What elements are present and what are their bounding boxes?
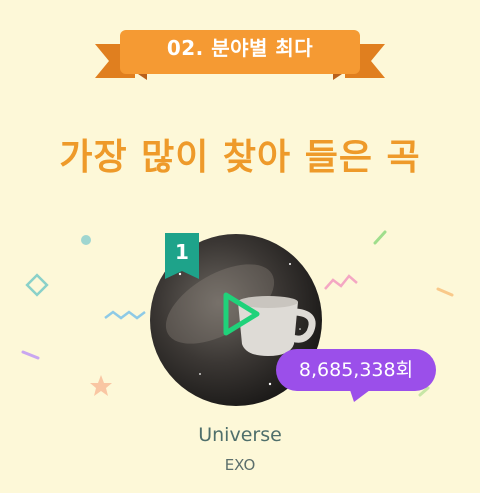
confetti-star [90, 375, 112, 396]
song-title[interactable]: Universe [0, 424, 480, 446]
play-icon[interactable] [222, 292, 260, 336]
chart-card: 02. 분야별 최다 가장 많이 찾아 들은 곡 1 8,685,338회 Un… [0, 0, 480, 493]
section-label: 02. 분야별 최다 [166, 36, 314, 60]
rank-number: 1 [175, 240, 189, 264]
artist-name[interactable]: EXO [0, 456, 480, 474]
confetti-line [21, 350, 40, 360]
confetti-dot [81, 235, 91, 245]
play-count: 8,685,338회 [298, 359, 414, 381]
confetti-line [373, 230, 387, 245]
confetti-line [436, 287, 454, 297]
confetti-diamond [25, 273, 49, 297]
page-title: 가장 많이 찾아 들은 곡 [59, 137, 421, 178]
confetti-zigzag [104, 310, 146, 320]
confetti-zigzag [324, 274, 358, 290]
